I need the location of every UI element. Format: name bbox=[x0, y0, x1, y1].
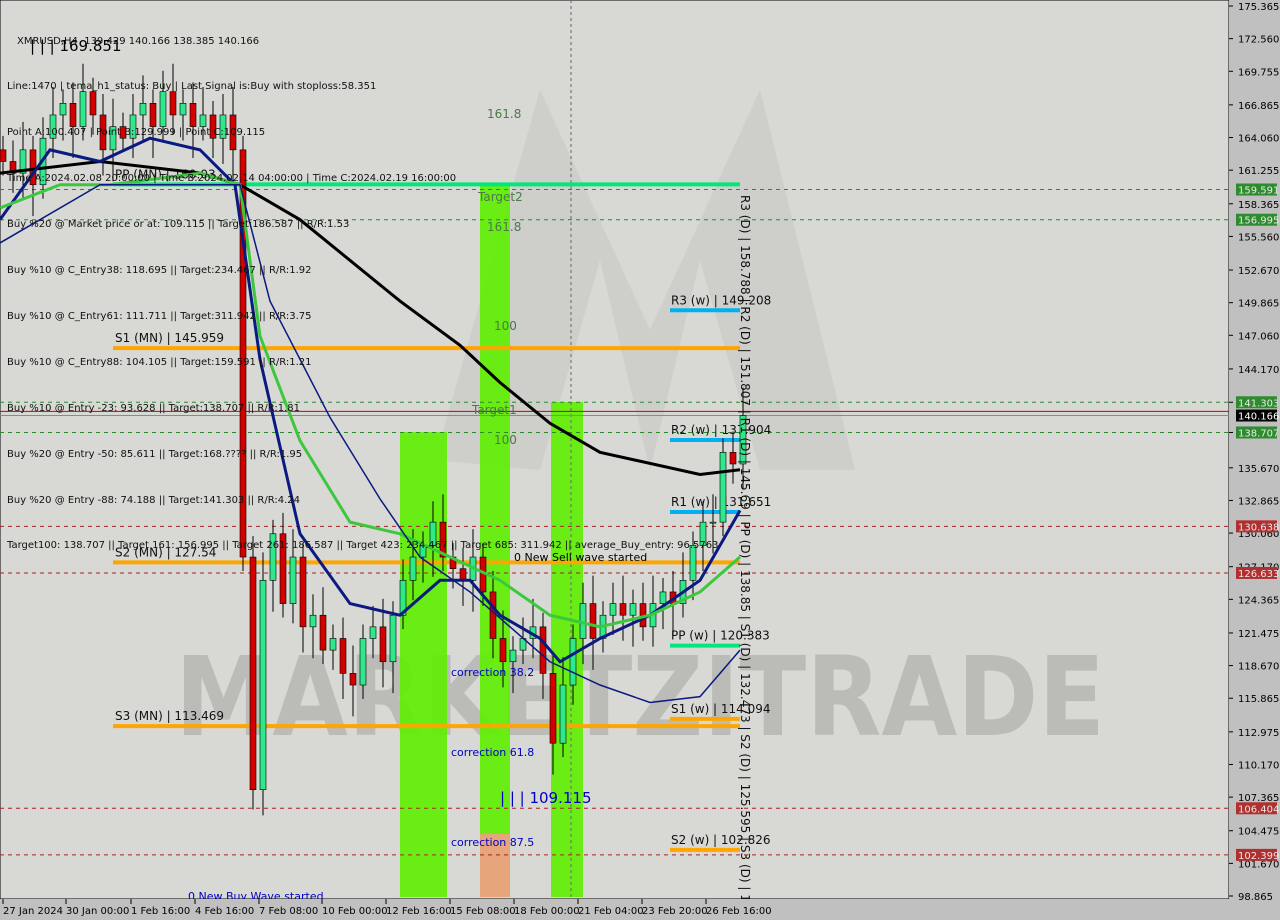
candle-body bbox=[489, 591, 497, 639]
price-tick-label: 166.865 bbox=[1238, 101, 1279, 112]
info-line: Buy %20 @ Entry -88: 74.188 || Target:14… bbox=[7, 494, 300, 506]
weekly-pivot-label: S1 (w) | 114.094 bbox=[671, 702, 771, 716]
price-tick-label: 132.865 bbox=[1238, 496, 1279, 507]
price-tick-label: 169.755 bbox=[1238, 67, 1279, 78]
candle-body bbox=[729, 452, 737, 465]
price-tick-label: 118.670 bbox=[1238, 662, 1279, 673]
candle-body bbox=[359, 638, 367, 686]
time-tick-label: 23 Feb 20:00 bbox=[642, 906, 708, 917]
price-tick-label: 175.365 bbox=[1238, 2, 1279, 13]
time-tick-label: 27 Jan 2024 bbox=[3, 906, 63, 917]
daily-pivot-labels: R3 (D) | 158.788 | R2 (D) | 151.807 | R1… bbox=[738, 195, 752, 920]
price-tick-label: 172.560 bbox=[1238, 35, 1279, 46]
info-line: Buy %10 @ C_Entry61: 111.711 || Target:3… bbox=[7, 310, 312, 322]
candle-body bbox=[549, 673, 557, 744]
candle-body bbox=[389, 614, 397, 663]
info-line: Buy %10 @ Entry -23: 93.628 || Target:13… bbox=[7, 402, 300, 414]
candle-body bbox=[559, 684, 567, 744]
candle-body bbox=[509, 649, 517, 663]
candle-body bbox=[0, 149, 7, 162]
info-line: Target100: 138.707 || Target 161: 156.99… bbox=[7, 540, 719, 552]
info-line: Time A:2024.02.08 20:00:00 | Time B:2024… bbox=[7, 173, 457, 185]
info-line: Buy %20 @ Market price or at: 109.115 ||… bbox=[7, 219, 350, 231]
candle-body bbox=[319, 614, 327, 651]
time-tick-label: 1 Feb 16:00 bbox=[131, 906, 190, 917]
price-badge-label: 138.707 bbox=[1238, 428, 1279, 439]
price-tick-label: 149.865 bbox=[1238, 299, 1279, 310]
candle-body bbox=[339, 638, 347, 674]
price-tick-label: 124.365 bbox=[1238, 595, 1279, 606]
candle-body bbox=[719, 452, 727, 523]
time-tick-label: 30 Jan 00:00 bbox=[66, 906, 129, 917]
correction-label: correction 38.2 bbox=[451, 666, 534, 679]
price-tick-label: 98.865 bbox=[1238, 892, 1273, 903]
candle-body bbox=[379, 626, 387, 663]
correction-label: correction 61.8 bbox=[451, 746, 534, 759]
candle-body bbox=[569, 638, 577, 686]
price-tick-label: 164.060 bbox=[1238, 134, 1279, 145]
price-badge-label: 156.995 bbox=[1238, 216, 1279, 227]
price-tick-label: 155.560 bbox=[1238, 232, 1279, 243]
candle-body bbox=[609, 603, 617, 616]
candle-body bbox=[249, 556, 257, 791]
candle-body bbox=[499, 638, 507, 663]
monthly-pivot-label: S3 (MN) | 113.469 bbox=[115, 709, 224, 723]
price-badge-label: 140.166 bbox=[1238, 412, 1279, 423]
info-line: Buy %10 @ C_Entry88: 104.105 || Target:1… bbox=[7, 356, 312, 368]
price-badge-label: 141.303 bbox=[1238, 398, 1279, 409]
time-tick-label: 4 Feb 16:00 bbox=[195, 906, 254, 917]
weekly-pivot-label: PP (w) | 120.383 bbox=[671, 629, 770, 643]
time-tick-label: 15 Feb 08:00 bbox=[450, 906, 516, 917]
price-badge-label: 106.404 bbox=[1238, 804, 1279, 815]
price-tick-label: 158.365 bbox=[1238, 200, 1279, 211]
info-line: Line:1470 | tema_h1_status: Buy | Last S… bbox=[7, 81, 377, 93]
candle-body bbox=[539, 626, 547, 674]
correction-label: correction 87.5 bbox=[451, 836, 534, 849]
price-tick-label: 104.475 bbox=[1238, 827, 1279, 838]
chart-title: XMRUSD,H4 139.429 140.166 138.385 140.16… bbox=[17, 35, 260, 47]
candle-body bbox=[659, 591, 667, 604]
price-tick-label: 110.170 bbox=[1238, 760, 1279, 771]
candle-body bbox=[309, 614, 317, 628]
time-tick-label: 10 Feb 00:00 bbox=[322, 906, 388, 917]
time-tick-label: 7 Feb 08:00 bbox=[259, 906, 318, 917]
candle-body bbox=[259, 580, 267, 791]
candle-body bbox=[349, 673, 357, 686]
price-tick-label: 121.475 bbox=[1238, 629, 1279, 640]
price-tick-label: 144.170 bbox=[1238, 365, 1279, 376]
price-tick-label: 112.975 bbox=[1238, 728, 1279, 739]
time-tick-label: 21 Feb 04:00 bbox=[578, 906, 644, 917]
point-c-label: | | | 109.115 bbox=[500, 789, 592, 807]
candle-body bbox=[369, 626, 377, 639]
price-badge-label: 130.638 bbox=[1238, 522, 1279, 533]
price-tick-label: 147.060 bbox=[1238, 331, 1279, 342]
time-tick-label: 18 Feb 00:00 bbox=[514, 906, 580, 917]
candle-body bbox=[629, 603, 637, 616]
info-line: Point A:100.407 | Point B:129.999 | Poin… bbox=[7, 127, 266, 139]
price-badge-label: 159.591 bbox=[1238, 186, 1279, 197]
price-tick-label: 115.865 bbox=[1238, 694, 1279, 705]
time-tick-label: 12 Feb 16:00 bbox=[386, 906, 452, 917]
price-tick-label: 161.255 bbox=[1238, 166, 1279, 177]
price-badge-label: 126.633 bbox=[1238, 569, 1279, 580]
price-badge-label: 102.399 bbox=[1238, 851, 1279, 862]
candle-body bbox=[459, 568, 467, 581]
signal-info-panel: XMRUSD,H4 139.429 140.166 138.385 140.16… bbox=[7, 3, 718, 569]
info-line: Buy %20 @ Entry -50: 85.611 || Target:16… bbox=[7, 448, 303, 460]
price-tick-label: 152.670 bbox=[1238, 266, 1279, 277]
candle-body bbox=[329, 638, 337, 651]
watermark-text: MARKETZITRADE bbox=[175, 633, 1105, 761]
weekly-pivot-label: S2 (w) | 102.826 bbox=[671, 833, 771, 847]
info-line: Buy %10 @ C_Entry38: 118.695 || Target:2… bbox=[7, 265, 312, 277]
time-tick-label: 26 Feb 16:00 bbox=[706, 906, 772, 917]
candle-body bbox=[619, 603, 627, 616]
candle-body bbox=[589, 603, 597, 639]
price-tick-label: 135.670 bbox=[1238, 464, 1279, 475]
